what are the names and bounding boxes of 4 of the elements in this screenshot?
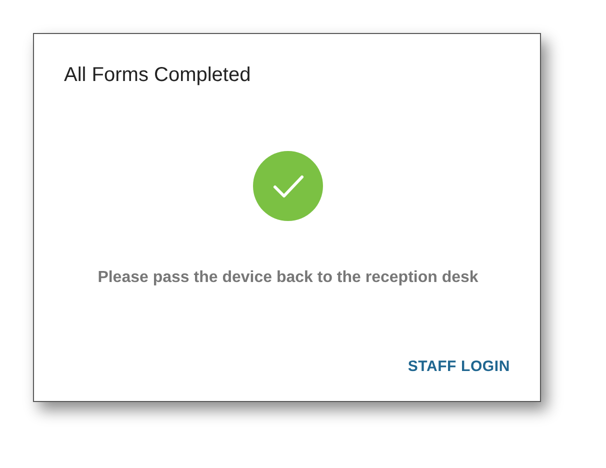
dialog-title: All Forms Completed (64, 64, 251, 87)
message-text: Please pass the device back to the reception desk (98, 269, 478, 287)
check-icon (253, 151, 323, 221)
staff-login-button[interactable]: STAFF LOGIN (400, 354, 518, 379)
